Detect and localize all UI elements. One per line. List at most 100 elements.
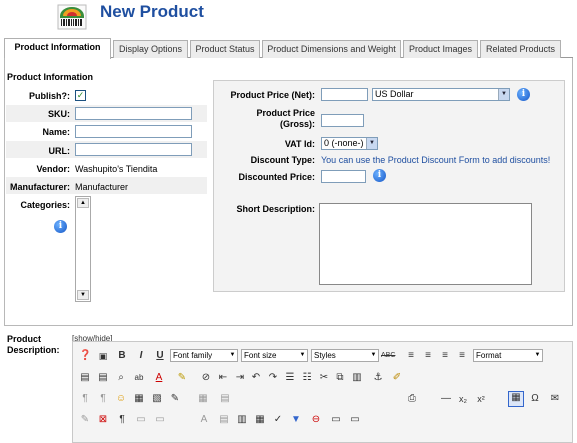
tab-product-images[interactable]: Product Images	[403, 40, 478, 58]
chevron-down-icon: ▼	[498, 89, 509, 100]
paste-text-icon[interactable]: ▤	[97, 372, 109, 384]
delete-icon[interactable]: ⊖	[310, 414, 322, 426]
omega-icon[interactable]: Ω	[529, 393, 541, 405]
strikethrough-icon[interactable]: ABC	[381, 350, 395, 362]
currency-select[interactable]: US Dollar ▼	[372, 88, 510, 101]
vat-select[interactable]: 0 (-none-) ▼	[321, 137, 378, 150]
tab-product-information[interactable]: Product Information	[4, 38, 111, 59]
indent-icon[interactable]: ⇥	[234, 372, 246, 384]
font-size-select[interactable]: Font size ▼	[241, 349, 308, 362]
align-right-icon[interactable]: ≡	[439, 350, 451, 362]
fullscreen-icon[interactable]: ▦	[508, 391, 524, 407]
superscript-icon[interactable]: x²	[475, 393, 487, 405]
bold-icon[interactable]: B	[116, 350, 128, 362]
scroll-up-icon[interactable]: ▲	[77, 198, 89, 208]
align-left-icon[interactable]: ≡	[405, 350, 417, 362]
pilcrow-icon[interactable]: ¶	[116, 414, 128, 426]
subscript-icon[interactable]: x₂	[457, 393, 469, 405]
find-icon[interactable]: ⌕	[115, 372, 127, 384]
replace-icon[interactable]: ab	[133, 372, 145, 384]
underline-icon[interactable]: U	[154, 350, 166, 362]
cite-icon[interactable]: ✎	[79, 414, 91, 426]
sku-input[interactable]	[75, 107, 192, 120]
table-icon[interactable]: ▦	[197, 393, 209, 405]
publish-checkbox[interactable]: ✓	[75, 90, 86, 101]
media-icon[interactable]: ▧	[151, 393, 163, 405]
paste-word-icon[interactable]: ▥	[351, 372, 363, 384]
anchor-icon[interactable]: ⚓	[372, 372, 384, 384]
url-input[interactable]	[75, 143, 192, 156]
net-price-input[interactable]	[321, 88, 368, 101]
categories-listbox[interactable]: ▲ ▼	[75, 196, 91, 302]
rtl-icon[interactable]: ¶	[97, 393, 109, 405]
save-icon[interactable]: ▼	[290, 414, 302, 426]
paste-icon[interactable]: ▤	[79, 372, 91, 384]
product-logo-icon	[57, 4, 87, 30]
remove-format-icon[interactable]: ⊘	[200, 372, 212, 384]
tab-product-status[interactable]: Product Status	[190, 40, 260, 58]
help-icon[interactable]: ❓	[79, 350, 91, 362]
font-family-value: Font family	[173, 351, 213, 360]
tab-product-dimensions[interactable]: Product Dimensions and Weight	[262, 40, 401, 58]
discounted-price-input[interactable]	[321, 170, 366, 183]
tab-bar: Product Information Display Options Prod…	[4, 38, 573, 59]
font-size-up-icon[interactable]: A	[198, 414, 210, 426]
clipboard-icon[interactable]: ▣	[97, 350, 109, 362]
non-breaking-icon[interactable]: ▦	[254, 414, 266, 426]
horizontal-rule-icon[interactable]: —	[440, 393, 452, 405]
vendor-label: Vendor:	[36, 164, 70, 174]
discounted-price-label: Discounted Price:	[238, 172, 315, 182]
align-justify-icon[interactable]: ≡	[456, 350, 468, 362]
font-color-icon[interactable]: A	[153, 372, 165, 384]
description-label-line1: Product	[7, 334, 42, 344]
format-select[interactable]: Format ▼	[473, 349, 543, 362]
align-center-icon[interactable]: ≡	[422, 350, 434, 362]
undo-icon[interactable]: ↶	[250, 372, 262, 384]
image-icon[interactable]: ▦	[133, 393, 145, 405]
format-value: Format	[476, 351, 502, 360]
layer-icon[interactable]: ▭	[330, 414, 342, 426]
abbr-icon[interactable]: ⊠	[97, 414, 109, 426]
highlight-icon[interactable]: ✎	[176, 372, 188, 384]
page-break-icon[interactable]: ▭	[349, 414, 361, 426]
categories-label: Categories:	[20, 200, 70, 210]
outdent-icon[interactable]: ⇤	[217, 372, 229, 384]
row-props-icon[interactable]: ▤	[219, 393, 231, 405]
tab-display-options[interactable]: Display Options	[113, 40, 188, 58]
redo-icon[interactable]: ↷	[267, 372, 279, 384]
numbered-list-icon[interactable]: ☷	[301, 372, 313, 384]
description-label-line2: Description:	[7, 345, 60, 355]
categories-info-icon[interactable]: i	[54, 220, 67, 233]
clean-icon[interactable]: ✐	[391, 372, 403, 384]
char-map-icon[interactable]: ✉	[549, 393, 561, 405]
tab-related-products[interactable]: Related Products	[480, 40, 561, 58]
currency-value: US Dollar	[375, 89, 414, 99]
gross-price-input[interactable]	[321, 114, 364, 127]
short-description-label: Short Description:	[236, 204, 315, 214]
font-family-select[interactable]: Font family ▼	[170, 349, 238, 362]
short-description-textarea[interactable]	[319, 203, 532, 285]
scroll-down-icon[interactable]: ▼	[77, 290, 89, 300]
copy-icon[interactable]: ⧉	[334, 372, 346, 384]
visual-aid-icon[interactable]: ▥	[236, 414, 248, 426]
template-icon[interactable]: ▤	[218, 414, 230, 426]
insert-layer-icon[interactable]: ▭	[135, 414, 147, 426]
cut-icon[interactable]: ✂	[318, 372, 330, 384]
gross-price-label-line2: (Gross):	[279, 119, 315, 129]
discount-info-icon[interactable]: i	[373, 169, 386, 182]
ltr-icon[interactable]: ¶	[79, 393, 91, 405]
emoticon-icon[interactable]: ☺	[115, 393, 127, 405]
page-title: New Product	[100, 2, 204, 21]
name-input[interactable]	[75, 125, 192, 138]
style-props-icon[interactable]: ▭	[154, 414, 166, 426]
italic-icon[interactable]: I	[135, 350, 147, 362]
bullet-list-icon[interactable]: ☰	[284, 372, 296, 384]
edit-image-icon[interactable]: ✎	[169, 393, 181, 405]
styles-select[interactable]: Styles ▼	[311, 349, 379, 362]
name-label: Name:	[42, 127, 70, 137]
vat-value: 0 (-none-)	[324, 138, 364, 148]
price-info-icon[interactable]: i	[517, 88, 530, 101]
chevron-down-icon: ▼	[229, 352, 236, 358]
print-icon[interactable]: ⎙	[406, 393, 418, 405]
spellcheck-icon[interactable]: ✓	[272, 414, 284, 426]
